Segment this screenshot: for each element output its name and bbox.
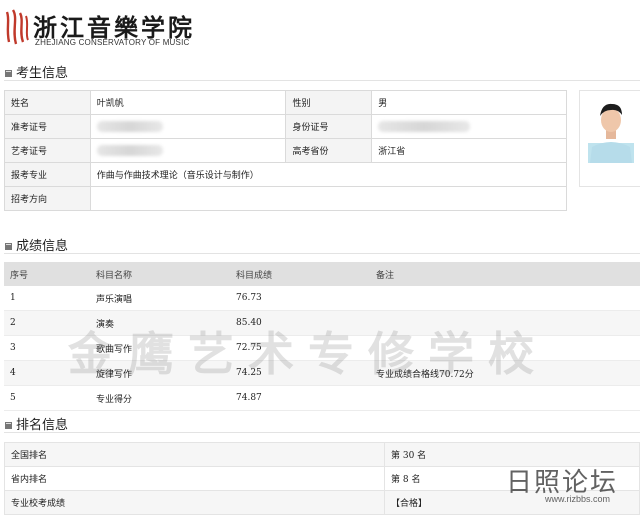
row-subject: 声乐演唱: [90, 286, 230, 311]
major-label: 报考专业: [4, 162, 91, 187]
direction-value: [89, 186, 568, 211]
id-card-label: 身份证号: [285, 114, 373, 139]
info-row: 艺考证号 高考省份 浙江省: [4, 138, 567, 163]
divider: [4, 253, 640, 254]
book-icon: [5, 422, 12, 429]
row-subject: 专业得分: [90, 385, 230, 411]
column-header-score: 科目成绩: [230, 262, 370, 286]
avatar: [588, 103, 634, 163]
row-note: [370, 385, 640, 411]
info-row: 招考方向: [4, 186, 568, 211]
student-info-table: 姓名 叶凯帆 性别 男 准考证号 身份证号 艺考证号 高考省份 浙江省 报考专业…: [4, 90, 568, 211]
corner-watermark-url: www.rizbbs.com: [544, 494, 610, 504]
school-exam-result-label: 专业校考成绩: [4, 490, 385, 515]
score-info-title-text: 成绩信息: [16, 239, 69, 254]
major-value: 作曲与作曲技术理论（音乐设计与制作）: [89, 162, 568, 187]
table-row: 5 专业得分 74.87: [4, 385, 640, 411]
column-header-no: 序号: [4, 262, 90, 286]
divider: [4, 432, 640, 433]
school-logo-subtitle: ZHEJIANG CONSERVATORY OF MUSIC: [35, 38, 190, 47]
table-row: 1 声乐演唱 76.73: [4, 286, 640, 311]
gender-value: 男: [371, 90, 567, 115]
row-no: 5: [4, 385, 90, 411]
row-score: 76.73: [230, 286, 370, 311]
divider: [4, 80, 640, 81]
redacted-value: [96, 121, 163, 132]
student-info-title: 考生信息: [4, 62, 68, 81]
row-score: 74.87: [230, 385, 370, 411]
province-label: 高考省份: [285, 138, 373, 163]
watermark: 金鹰艺术专修学校: [68, 327, 548, 381]
exam-id-label: 准考证号: [4, 114, 91, 139]
province-rank-label: 省内排名: [4, 466, 385, 491]
rank-info-title: 排名信息: [4, 414, 68, 433]
book-icon: [5, 70, 12, 77]
name-label: 姓名: [4, 90, 91, 115]
site-header: 浙江音樂学院 ZHEJIANG CONSERVATORY OF MUSIC: [0, 0, 640, 56]
info-row: 报考专业 作曲与作曲技术理论（音乐设计与制作）: [4, 162, 568, 187]
national-rank-label: 全国排名: [4, 442, 385, 467]
column-header-subject: 科目名称: [90, 262, 230, 286]
info-row: 姓名 叶凯帆 性别 男: [4, 90, 567, 115]
id-card-value: [371, 114, 567, 139]
school-logo-icon: [5, 9, 29, 45]
art-exam-id-value: [89, 138, 287, 163]
redacted-value: [96, 145, 163, 156]
art-exam-id-label: 艺考证号: [4, 138, 91, 163]
score-info-title: 成绩信息: [4, 235, 68, 254]
student-photo: [579, 90, 640, 187]
student-info-title-text: 考生信息: [16, 66, 69, 81]
exam-id-value: [89, 114, 287, 139]
name-value: 叶凯帆: [89, 90, 287, 115]
column-header-note: 备注: [370, 262, 640, 286]
gender-label: 性别: [285, 90, 373, 115]
info-row: 准考证号 身份证号: [4, 114, 567, 139]
rank-info-title-text: 排名信息: [16, 418, 69, 433]
row-note: [370, 286, 640, 311]
redacted-value: [378, 121, 471, 132]
book-icon: [5, 243, 12, 250]
row-no: 1: [4, 286, 90, 311]
score-header-row: 序号 科目名称 科目成绩 备注: [4, 262, 640, 286]
province-value: 浙江省: [371, 138, 567, 163]
direction-label: 招考方向: [4, 186, 91, 211]
